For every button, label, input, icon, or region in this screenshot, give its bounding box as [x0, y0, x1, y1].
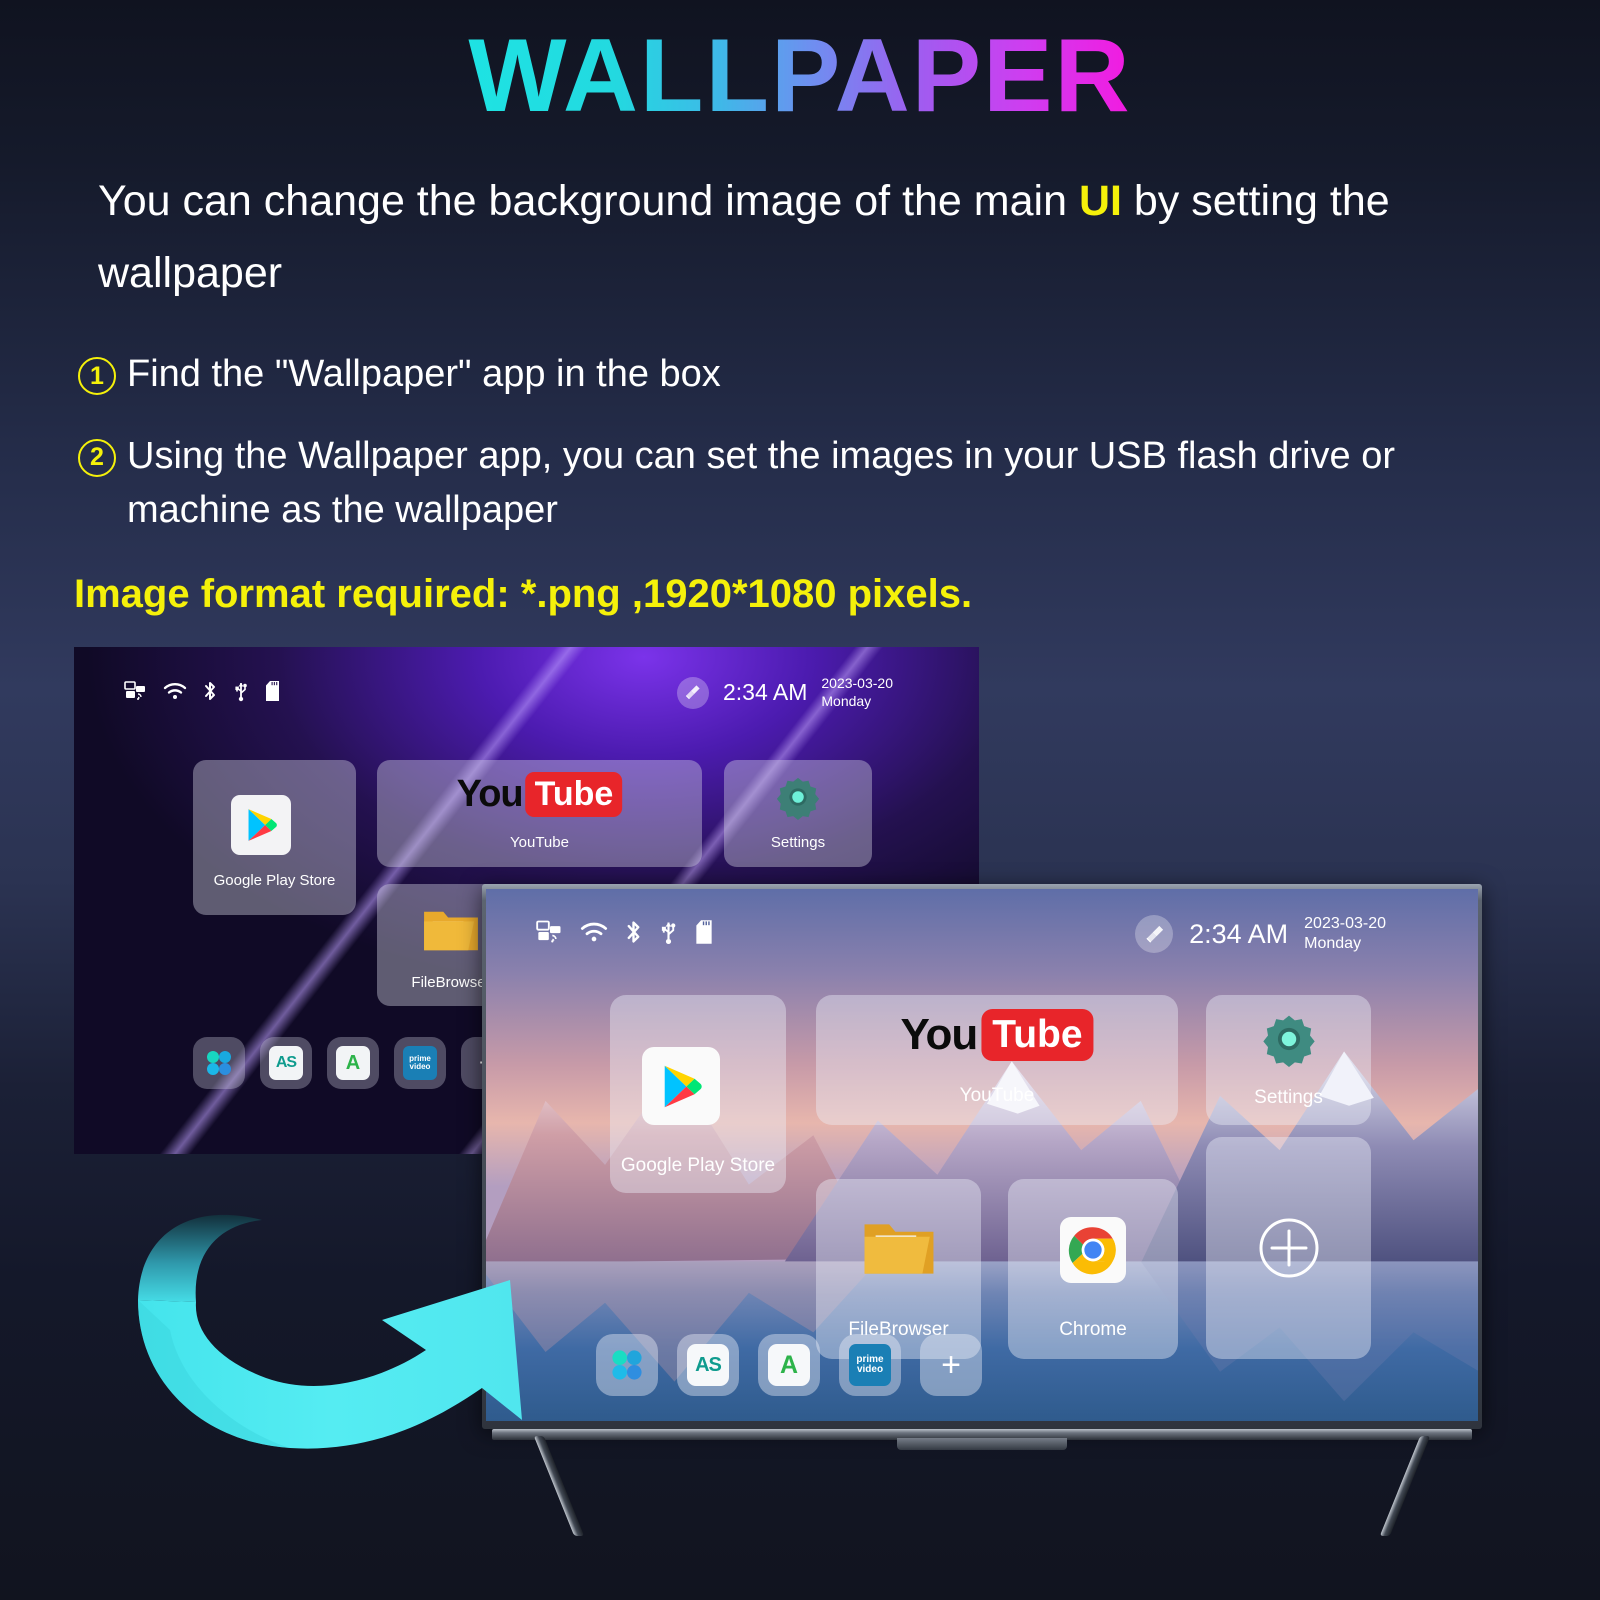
back-tile-settings[interactable]: Settings [724, 760, 872, 867]
broom-icon[interactable] [676, 676, 709, 709]
back-tile-youtube[interactable]: You Tube YouTube [377, 760, 702, 867]
back-dock: AS A prime video + [193, 1037, 513, 1089]
back-dock-apps-grid[interactable] [193, 1037, 245, 1089]
step-number-1: 1 [78, 357, 116, 395]
prime-video-icon: prime video [849, 1344, 891, 1386]
bluetooth-icon [205, 682, 215, 700]
ethernet-icon [124, 681, 145, 700]
aptoide-label: A [345, 1051, 361, 1074]
google-play-icon [231, 795, 291, 855]
tv-time: 2:34 AM [1189, 918, 1289, 949]
tv-tile-google-play[interactable]: Google Play Store [610, 995, 786, 1193]
tv-tile-label-youtube: YouTube [959, 1085, 1035, 1106]
tv-tile-chrome[interactable]: Chrome [1008, 1179, 1178, 1359]
step-number-2: 2 [78, 438, 116, 477]
apps-grid-icon [207, 1051, 231, 1075]
tv-tile-label-settings: Settings [1254, 1087, 1323, 1108]
tv-dock-as-store[interactable]: AS [677, 1334, 739, 1396]
wifi-icon [163, 683, 187, 699]
aptoide-icon: A [768, 1344, 810, 1386]
youtube-icon: You Tube [457, 772, 623, 817]
add-circle-icon [1258, 1217, 1320, 1279]
as-store-label: AS [275, 1054, 297, 1071]
as-store-icon: AS [687, 1344, 729, 1386]
step-text-1: Find the "Wallpaper" app in the box [127, 353, 721, 395]
tv-clock-area: 2:34 AM 2023-03-20 Monday [1135, 914, 1386, 955]
step-item-1: 1 Find the "Wallpaper" app in the box [78, 348, 1528, 402]
tv-tile-youtube[interactable]: You Tube YouTube [816, 995, 1178, 1125]
prime-video-icon: prime video [403, 1046, 437, 1080]
aptoide-icon: A [336, 1046, 370, 1080]
back-time: 2:34 AM [722, 679, 808, 706]
tv-date-block: 2023-03-20 Monday [1304, 914, 1386, 955]
intro-paragraph: You can change the background image of t… [98, 165, 1518, 309]
curved-arrow-right-icon [130, 1180, 550, 1460]
google-play-icon [642, 1047, 720, 1125]
bluetooth-icon [627, 921, 640, 943]
folder-icon [422, 906, 480, 956]
back-tile-label-settings: Settings [770, 834, 826, 851]
back-status-bar [124, 680, 281, 702]
plus-icon: + [941, 1345, 961, 1384]
sdcard-icon [696, 920, 712, 944]
apps-grid-icon [612, 1350, 642, 1380]
back-dock-prime-video[interactable]: prime video [394, 1037, 446, 1089]
tv-weekday: Monday [1304, 935, 1362, 953]
gear-icon [1261, 1011, 1317, 1067]
back-clock-area: 2:34 AM 2023-03-20 Monday [676, 675, 893, 711]
broom-icon[interactable] [1135, 915, 1174, 954]
usb-icon [661, 922, 676, 945]
back-tile-google-play[interactable]: Google Play Store [193, 760, 356, 915]
step-item-2: 2 Using the Wallpaper app, you can set t… [78, 430, 1528, 538]
steps-list: 1 Find the "Wallpaper" app in the box 2 … [78, 348, 1528, 566]
page-title-text: WALLPAPER [468, 18, 1132, 134]
folder-icon [862, 1217, 936, 1281]
tv-dock-aptoide[interactable]: A [758, 1334, 820, 1396]
tv-dock-add[interactable]: + [920, 1334, 982, 1396]
back-dock-aptoide[interactable]: A [327, 1037, 379, 1089]
tv-leg-right [1379, 1436, 1431, 1536]
back-dock-as-store[interactable]: AS [260, 1037, 312, 1089]
back-date: 2023-03-20 [821, 675, 893, 691]
back-date-block: 2023-03-20 Monday [821, 675, 893, 711]
tv-tile-filebrowser[interactable]: FileBrowser [816, 1179, 981, 1359]
chrome-icon [1060, 1217, 1126, 1283]
tv-dock-prime-video[interactable]: prime video [839, 1334, 901, 1396]
tv-date: 2023-03-20 [1304, 915, 1386, 932]
sdcard-icon [266, 681, 279, 701]
tv-device: 2:34 AM 2023-03-20 Monday Google Play St [482, 884, 1482, 1536]
intro-highlight-ui: UI [1078, 177, 1122, 225]
tv-status-bar [536, 919, 714, 945]
page-title: WALLPAPER [0, 24, 1600, 128]
ethernet-icon [536, 920, 561, 943]
usb-icon [235, 683, 247, 702]
tv-bezel: 2:34 AM 2023-03-20 Monday Google Play St [482, 884, 1482, 1429]
tv-dock: AS A prime video + [596, 1334, 982, 1396]
format-requirement-note: Image format required: *.png ,1920*1080 … [74, 572, 973, 616]
tv-tile-add-app[interactable] [1206, 1137, 1371, 1359]
tv-dock-apps-grid[interactable] [596, 1334, 658, 1396]
gear-icon [775, 774, 821, 820]
as-store-icon: AS [269, 1046, 303, 1080]
tv-tile-settings[interactable]: Settings [1206, 995, 1371, 1125]
tv-tile-label-chrome: Chrome [1059, 1319, 1127, 1340]
back-weekday: Monday [821, 692, 872, 709]
youtube-icon: You Tube [900, 1009, 1094, 1061]
tv-ui-screenshot: 2:34 AM 2023-03-20 Monday Google Play St [486, 889, 1478, 1421]
tv-center-nub [897, 1438, 1067, 1450]
step-text-2: Using the Wallpaper app, you can set the… [127, 434, 1396, 531]
back-tile-label-google-play: Google Play Store [213, 872, 336, 889]
intro-part1: You can change the background image of t… [98, 177, 1079, 225]
as-store-label: AS [695, 1353, 722, 1376]
tv-tile-label-google-play: Google Play Store [620, 1155, 776, 1176]
wifi-icon [580, 922, 608, 942]
aptoide-label: A [779, 1350, 799, 1379]
back-tile-label-youtube: YouTube [510, 834, 569, 851]
